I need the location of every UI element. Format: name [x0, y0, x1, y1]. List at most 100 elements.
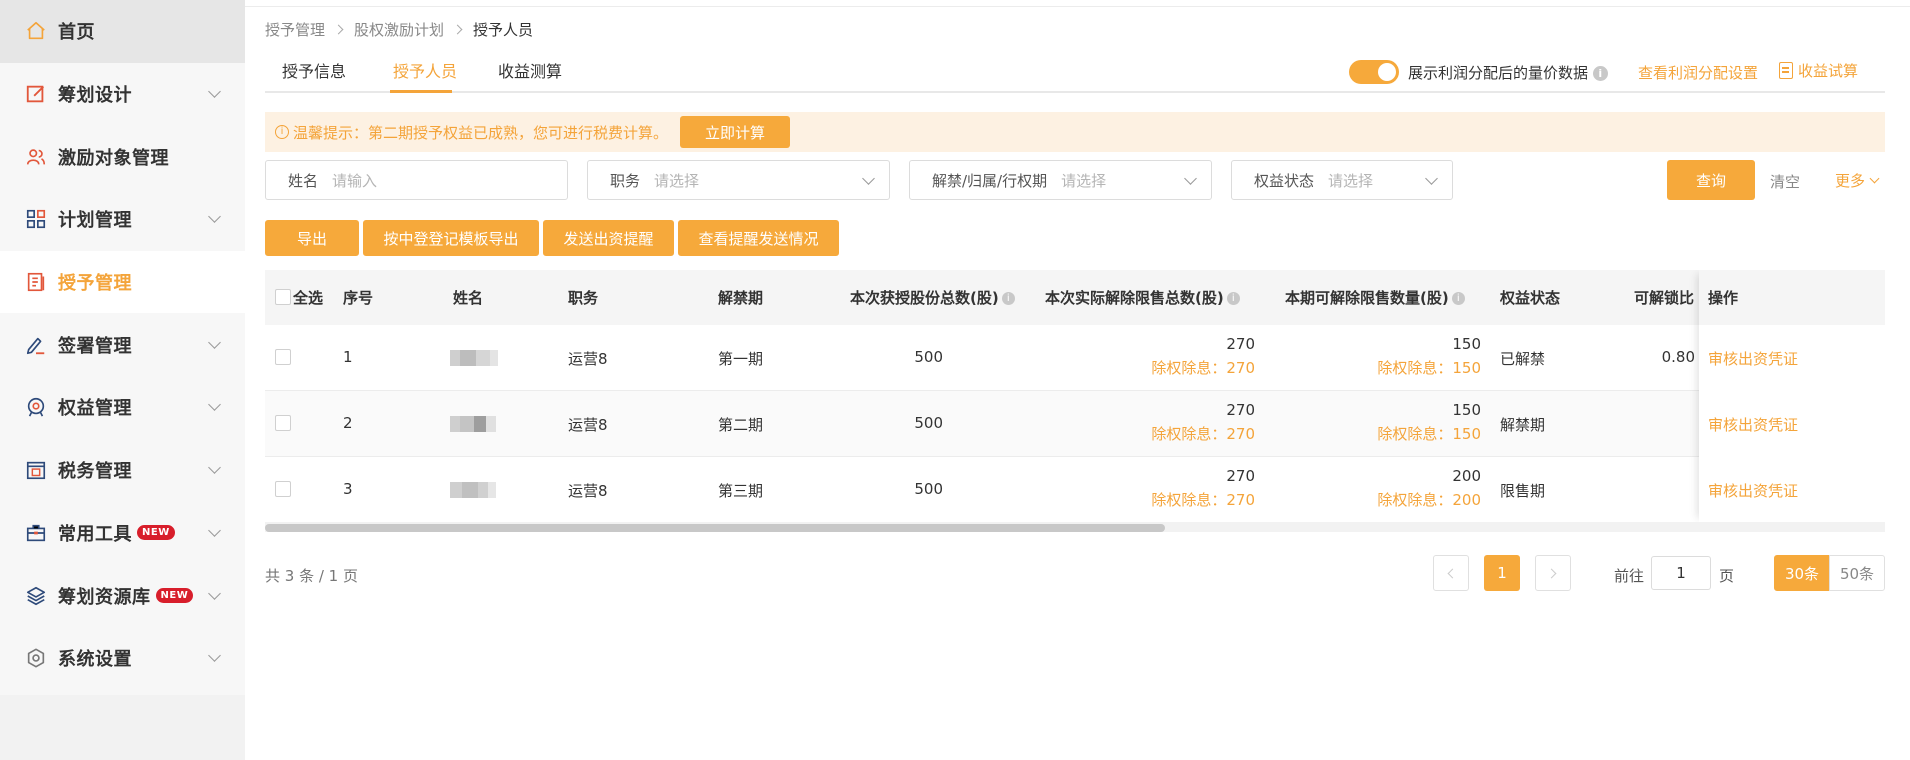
toggle-label: 展示利润分配后的量价数据 i [1408, 62, 1608, 83]
cell-position: 运营8 [568, 416, 608, 434]
releasable-adjusted: 除权除息：150 [1377, 425, 1481, 443]
review-payment-voucher-link[interactable]: 审核出资凭证 [1708, 480, 1798, 501]
filter-label: 权益状态 [1254, 171, 1315, 190]
header-position: 职务 [568, 289, 599, 307]
chevron-down-icon [208, 523, 221, 537]
toggle-knob [1378, 63, 1396, 81]
prev-page-button[interactable] [1433, 555, 1469, 591]
send-payment-reminder-button[interactable]: 发送出资提醒 [543, 220, 674, 256]
income-calc-label: 收益试算 [1798, 62, 1859, 80]
page-size-50[interactable]: 50条 [1829, 555, 1885, 591]
select-placeholder: 请选择 [1061, 171, 1107, 190]
row-checkbox[interactable] [275, 349, 291, 365]
query-button[interactable]: 查询 [1667, 160, 1755, 200]
cell-status: 解禁期 [1500, 416, 1546, 434]
notice-bar: i 温馨提示：第二期授予权益已成熟，您可进行税费计算。 立即计算 [265, 112, 1885, 152]
warning-icon: i [275, 125, 289, 139]
tab-grant-info[interactable]: 授予信息 [282, 58, 346, 82]
row-checkbox[interactable] [275, 481, 291, 497]
released-value: 270 [1226, 335, 1255, 353]
sidebar-item-label: 计划管理 [58, 210, 132, 232]
header-releasable: 本期可解除限售数量(股) i [1285, 287, 1465, 308]
sidebar-item-resource-library[interactable]: 筹划资源库 NEW [0, 564, 245, 627]
cell-releasable: 150 除权除息：150 [1377, 335, 1481, 378]
page-1-button[interactable]: 1 [1484, 555, 1520, 591]
table-row[interactable]: 2 运营8 第二期 500 270 除权除息：270 150 除权除息：150 … [265, 391, 1885, 457]
view-profit-settings-link[interactable]: 查看利润分配设置 [1638, 62, 1758, 83]
releasable-value: 150 [1452, 401, 1481, 419]
breadcrumb-item[interactable]: 股权激励计划 [354, 19, 444, 40]
blurred-name [450, 416, 504, 432]
breadcrumb-item[interactable]: 授予管理 [265, 19, 325, 40]
chevron-right-icon [452, 24, 463, 35]
sidebar-item-tax[interactable]: 税务管理 [0, 439, 245, 502]
released-adjusted: 除权除息：270 [1151, 359, 1255, 377]
cell-released: 270 除权除息：270 [1151, 401, 1255, 444]
select-placeholder: 请选择 [1328, 171, 1374, 190]
tab-income-calc[interactable]: 收益测算 [498, 58, 562, 82]
export-csdc-template-button[interactable]: 按中登登记模板导出 [363, 220, 539, 256]
main-content: 授予管理 股权激励计划 授予人员 授予信息 授予人员 收益测算 展示利润分配后的… [245, 0, 1910, 760]
sidebar-item-plan-management[interactable]: 计划管理 [0, 188, 245, 251]
releasable-value: 150 [1452, 335, 1481, 353]
operation-column: 操作 审核出资凭证 审核出资凭证 审核出资凭证 [1699, 270, 1885, 522]
header-releasable-label: 本期可解除限售数量(股) [1285, 289, 1449, 307]
horizontal-scrollbar-thumb[interactable] [265, 524, 1165, 532]
info-icon[interactable]: i [1226, 292, 1240, 305]
sidebar-item-planning-design[interactable]: 筹划设计 [0, 63, 245, 126]
status-select[interactable]: 权益状态 请选择 [1231, 160, 1453, 200]
info-icon[interactable]: i [1451, 292, 1465, 305]
clear-button[interactable]: 清空 [1770, 171, 1800, 192]
released-value: 270 [1226, 401, 1255, 419]
table-row[interactable]: 3 运营8 第三期 500 270 除权除息：270 200 除权除息：200 … [265, 457, 1885, 523]
more-filters-button[interactable]: 更多 [1835, 170, 1880, 191]
filter-label: 解禁/归属/行权期 [932, 171, 1048, 190]
page-size-30[interactable]: 30条 [1774, 555, 1830, 591]
sidebar-item-tools[interactable]: 常用工具 NEW [0, 502, 245, 565]
table-row[interactable]: 1 运营8 第一期 500 270 除权除息：270 150 除权除息：150 … [265, 325, 1885, 391]
toggle-label-text: 展示利润分配后的量价数据 [1408, 64, 1589, 82]
chevron-down-icon [1184, 172, 1197, 185]
sidebar-item-settings[interactable]: 系统设置 [0, 627, 245, 690]
show-adjusted-data-toggle[interactable] [1349, 60, 1399, 84]
releasable-adjusted: 除权除息：150 [1377, 359, 1481, 377]
position-select[interactable]: 职务 请选择 [587, 160, 890, 200]
sidebar-item-grant-management[interactable]: 授予管理 [0, 250, 245, 314]
name-input[interactable]: 请输入 [332, 170, 377, 191]
badge-icon [24, 395, 48, 419]
sidebar-item-label: 系统设置 [58, 649, 132, 671]
info-icon[interactable]: i [1592, 66, 1608, 81]
next-page-button[interactable] [1535, 555, 1571, 591]
goto-page-input[interactable]: 1 [1651, 556, 1711, 590]
period-select[interactable]: 解禁/归属/行权期 请选择 [909, 160, 1212, 200]
sidebar-item-label: 签署管理 [58, 335, 132, 357]
name-filter[interactable]: 姓名 请输入 [265, 160, 568, 200]
review-payment-voucher-link[interactable]: 审核出资凭证 [1708, 414, 1798, 435]
cell-status: 已解禁 [1500, 350, 1546, 368]
users-icon [24, 145, 48, 169]
review-payment-voucher-link[interactable]: 审核出资凭证 [1708, 348, 1798, 369]
tab-grant-persons[interactable]: 授予人员 [393, 58, 457, 82]
view-reminder-status-button[interactable]: 查看提醒发送情况 [678, 220, 839, 256]
header-granted: 本次获授股份总数(股) i [850, 287, 1015, 308]
sidebar-item-home[interactable]: 首页 [0, 0, 245, 63]
cell-granted: 500 [914, 414, 943, 432]
sidebar-item-equity[interactable]: 权益管理 [0, 376, 245, 439]
breadcrumb: 授予管理 股权激励计划 授予人员 [265, 19, 533, 40]
cell-releasable: 200 除权除息：200 [1377, 467, 1481, 510]
income-calc-link[interactable]: 收益试算 [1779, 60, 1858, 81]
row-checkbox[interactable] [275, 415, 291, 431]
sidebar-item-incentive-targets[interactable]: 激励对象管理 [0, 125, 245, 188]
info-icon[interactable]: i [1001, 292, 1015, 305]
select-all-checkbox[interactable] [275, 289, 291, 305]
export-button[interactable]: 导出 [265, 220, 359, 256]
released-adjusted: 除权除息：270 [1151, 491, 1255, 509]
new-badge: NEW [137, 525, 175, 541]
sidebar-item-label: 授予管理 [58, 273, 132, 295]
released-adjusted: 除权除息：270 [1151, 425, 1255, 443]
calculate-now-button[interactable]: 立即计算 [680, 116, 791, 148]
chevron-down-icon [1425, 172, 1438, 185]
cell-index: 1 [343, 348, 353, 366]
sidebar-item-signing[interactable]: 签署管理 [0, 313, 245, 376]
sidebar-item-label: 权益管理 [58, 398, 132, 420]
